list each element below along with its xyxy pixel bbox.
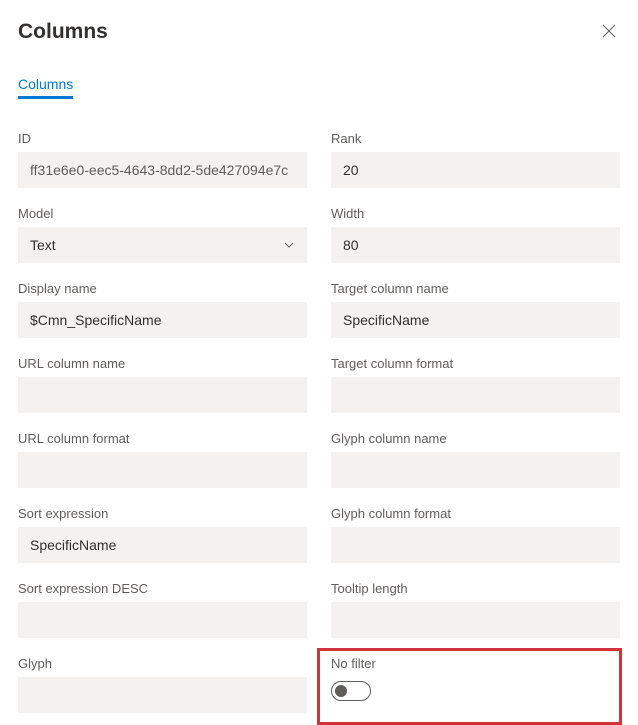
url-column-name-label: URL column name <box>18 356 307 371</box>
model-select[interactable]: Text <box>18 227 307 263</box>
url-column-format-field[interactable] <box>18 452 307 488</box>
rank-label: Rank <box>331 131 620 146</box>
display-name-field[interactable]: $Cmn_SpecificName <box>18 302 307 338</box>
url-column-name-field[interactable] <box>18 377 307 413</box>
target-column-format-field[interactable] <box>331 377 620 413</box>
sort-expression-desc-field[interactable] <box>18 602 307 638</box>
no-filter-toggle[interactable] <box>331 681 371 701</box>
sort-expression-label: Sort expression <box>18 506 307 521</box>
rank-field[interactable]: 20 <box>331 152 620 188</box>
sort-expression-field[interactable]: SpecificName <box>18 527 307 563</box>
target-column-name-field[interactable]: SpecificName <box>331 302 620 338</box>
model-value: Text <box>30 237 283 253</box>
display-name-label: Display name <box>18 281 307 296</box>
glyph-column-format-label: Glyph column format <box>331 506 620 521</box>
chevron-down-icon <box>283 239 295 251</box>
toggle-thumb <box>335 685 347 697</box>
tab-columns[interactable]: Columns <box>18 76 73 99</box>
id-label: ID <box>18 131 307 146</box>
sort-expression-desc-label: Sort expression DESC <box>18 581 307 596</box>
close-button[interactable] <box>598 20 620 46</box>
model-label: Model <box>18 206 307 221</box>
tabs: Columns <box>18 76 620 99</box>
glyph-label: Glyph <box>18 656 307 671</box>
target-column-name-label: Target column name <box>331 281 620 296</box>
glyph-field[interactable] <box>18 677 307 713</box>
url-column-format-label: URL column format <box>18 431 307 446</box>
glyph-column-format-field[interactable] <box>331 527 620 563</box>
close-icon <box>602 24 616 38</box>
tooltip-length-label: Tooltip length <box>331 581 620 596</box>
width-label: Width <box>331 206 620 221</box>
page-title: Columns <box>18 20 108 44</box>
tooltip-length-field[interactable] <box>331 602 620 638</box>
glyph-column-name-field[interactable] <box>331 452 620 488</box>
width-field[interactable]: 80 <box>331 227 620 263</box>
target-column-format-label: Target column format <box>331 356 620 371</box>
id-field: ff31e6e0-eec5-4643-8dd2-5de427094e7c <box>18 152 307 188</box>
glyph-column-name-label: Glyph column name <box>331 431 620 446</box>
